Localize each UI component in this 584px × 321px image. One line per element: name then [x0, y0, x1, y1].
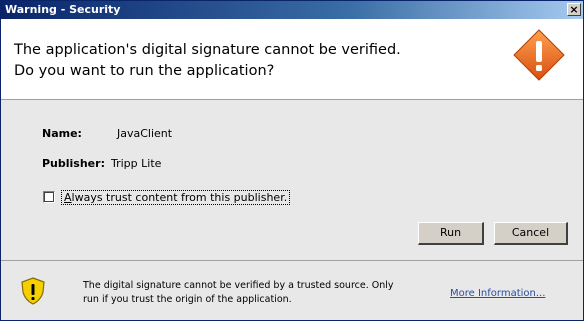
publisher-label: Publisher: — [42, 157, 105, 170]
name-value: JavaClient — [117, 127, 173, 140]
warning-diamond-icon — [513, 29, 565, 81]
warning-message: The application's digital signature cann… — [14, 40, 494, 82]
security-warning-dialog: Warning - Security × The application's d… — [0, 0, 584, 321]
publisher-value: Tripp Lite — [111, 157, 162, 170]
window-title: Warning - Security — [5, 3, 121, 16]
dialog-body: Name: JavaClient Publisher: Tripp Lite A… — [1, 100, 583, 260]
shield-warning-icon — [21, 277, 45, 305]
close-icon: × — [569, 3, 579, 16]
trust-publisher-checkbox[interactable] — [43, 191, 55, 203]
title-bar[interactable]: Warning - Security × — [1, 1, 583, 19]
dialog-footer: The digital signature cannot be verified… — [1, 260, 583, 320]
footer-warning-text: The digital signature cannot be verified… — [83, 279, 423, 307]
footer-text-line2: run if you trust the origin of the appli… — [83, 294, 292, 305]
dialog-header: The application's digital signature cann… — [1, 19, 583, 100]
warning-message-line1: The application's digital signature cann… — [14, 42, 401, 58]
footer-text-line1: The digital signature cannot be verified… — [83, 280, 394, 291]
warning-message-line2: Do you want to run the application? — [14, 63, 275, 79]
run-button[interactable]: Run — [418, 222, 484, 245]
trust-publisher-label[interactable]: Always trust content from this publisher… — [61, 190, 291, 205]
name-label: Name: — [42, 127, 82, 140]
close-button[interactable]: × — [567, 3, 581, 16]
more-information-link[interactable]: More Information... — [450, 288, 545, 299]
cancel-button[interactable]: Cancel — [494, 222, 568, 245]
